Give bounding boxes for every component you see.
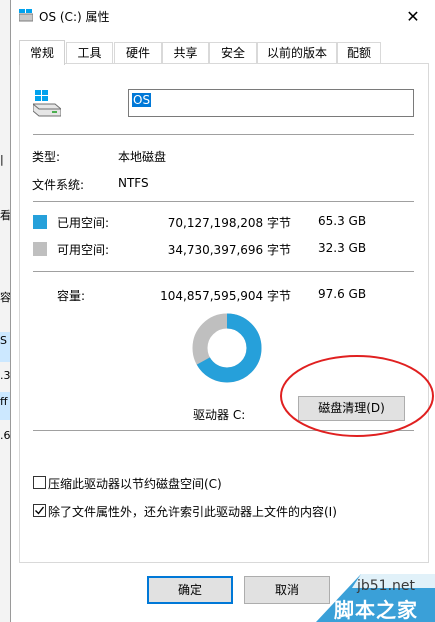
checkmark-icon	[35, 506, 45, 515]
background-text: S	[0, 334, 7, 347]
index-contents-label[interactable]: 除了文件属性外，还允许索引此驱动器上文件的内容(I)	[48, 503, 337, 520]
tab-tools[interactable]: 工具	[66, 42, 113, 63]
used-space-size: 65.3 GB	[318, 214, 367, 228]
used-space-swatch	[33, 215, 47, 229]
separator	[33, 134, 414, 135]
used-space-label: 已用空间:	[57, 216, 110, 230]
tab-sharing[interactable]: 共享	[162, 42, 209, 63]
free-space-label: 可用空间:	[57, 243, 110, 257]
usage-donut-chart	[192, 313, 262, 383]
tab-general[interactable]: 常规	[19, 40, 65, 65]
separator	[33, 201, 414, 202]
filesystem-value: NTFS	[118, 176, 149, 190]
drive-name-input[interactable]: OS	[128, 89, 414, 117]
title-bar[interactable]: OS (C:) 属性 ✕	[11, 0, 435, 32]
drive-icon	[19, 9, 33, 22]
background-text: ff	[0, 395, 8, 408]
watermark-text: 脚本之家	[334, 598, 418, 622]
background-text: .6	[0, 429, 11, 442]
window-title: OS (C:) 属性	[39, 10, 110, 24]
tab-quota[interactable]: 配额	[337, 42, 381, 63]
watermark-site: jb51.net	[357, 578, 416, 594]
properties-dialog: OS (C:) 属性 ✕ 常规 工具 硬件 共享 安全 以前的版本 配额 OS …	[10, 0, 435, 622]
capacity-size: 97.6 GB	[318, 287, 367, 301]
tab-hardware[interactable]: 硬件	[114, 42, 162, 63]
capacity-label: 容量:	[57, 289, 86, 303]
free-space-bytes: 34,730,397,696 字节	[167, 243, 291, 257]
used-space-bytes: 70,127,198,208 字节	[167, 216, 291, 230]
drive-name-value: OS	[132, 93, 152, 107]
tab-bar: 常规 工具 硬件 共享 安全 以前的版本 配额	[19, 40, 429, 65]
filesystem-label: 文件系统:	[32, 178, 85, 192]
ok-button[interactable]: 确定	[147, 576, 233, 604]
background-text: .3	[0, 369, 11, 382]
close-icon: ✕	[406, 6, 420, 26]
capacity-bytes: 104,857,595,904 字节	[160, 289, 291, 303]
tab-previous-versions[interactable]: 以前的版本	[257, 42, 337, 63]
screen: | 看 容 S .3 ff .6 OS (C:) 属性 ✕ 常规 工具 硬件 共…	[0, 0, 435, 622]
background-text: |	[0, 153, 4, 166]
separator	[33, 430, 414, 431]
free-space-size: 32.3 GB	[318, 241, 367, 255]
type-label: 类型:	[32, 150, 61, 164]
tab-security[interactable]: 安全	[209, 42, 257, 63]
free-space-swatch	[33, 242, 47, 256]
index-contents-checkbox[interactable]	[33, 504, 46, 517]
close-button[interactable]: ✕	[390, 0, 435, 32]
separator	[33, 271, 414, 272]
drive-letter-label: 驱动器 C:	[193, 408, 246, 422]
compress-drive-label[interactable]: 压缩此驱动器以节约磁盘空间(C)	[48, 475, 222, 492]
disk-cleanup-button[interactable]: 磁盘清理(D)	[298, 396, 405, 421]
compress-drive-checkbox[interactable]	[33, 476, 46, 489]
type-value: 本地磁盘	[118, 150, 167, 164]
hard-drive-icon	[33, 90, 61, 117]
